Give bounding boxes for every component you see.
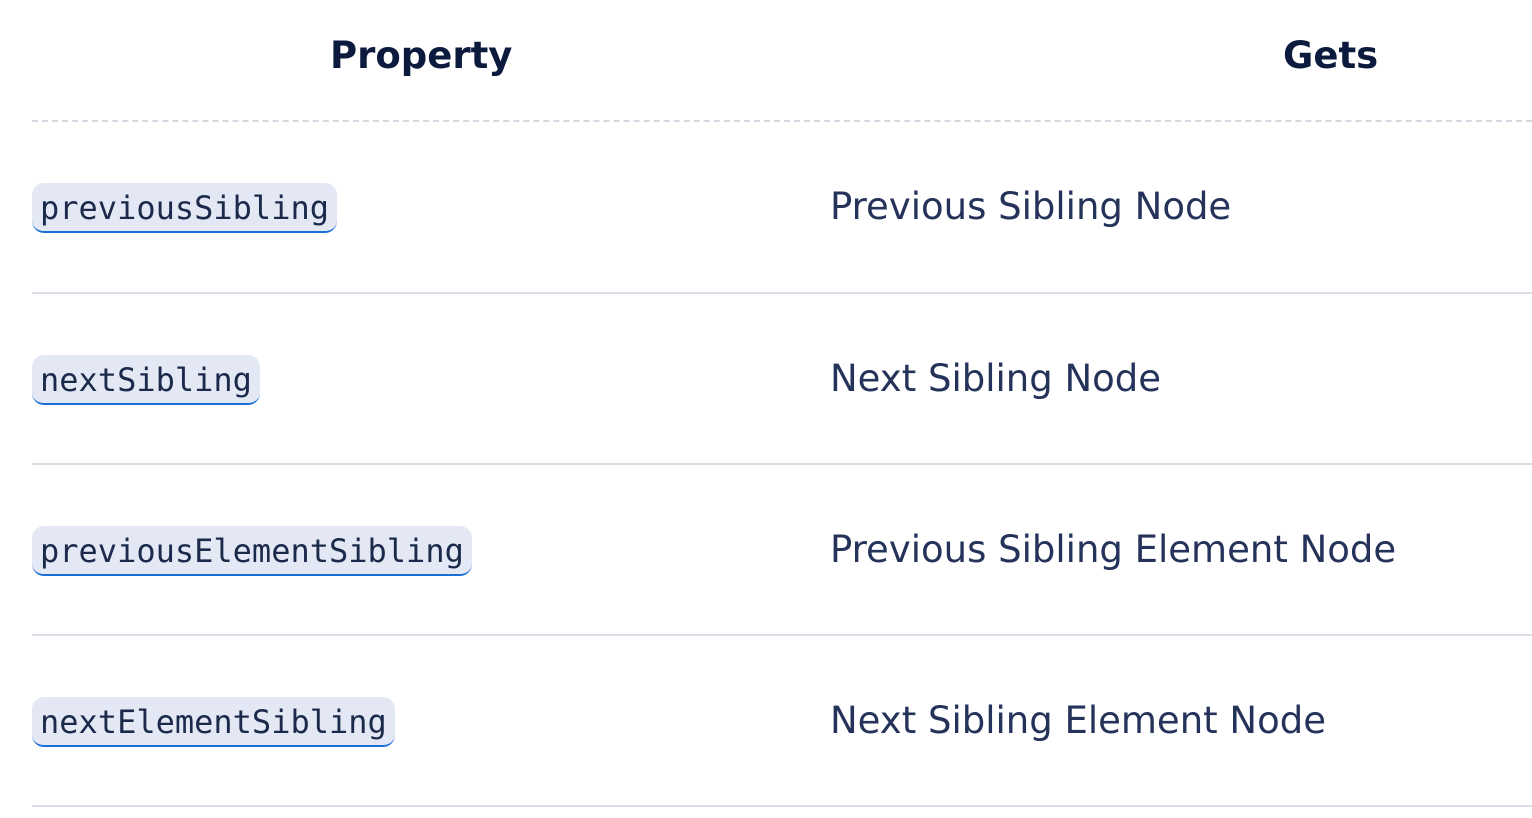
header-property: Property bbox=[330, 34, 513, 77]
property-link-previous-sibling[interactable]: previousSibling bbox=[32, 183, 337, 233]
gets-description: Next Sibling Element Node bbox=[830, 699, 1326, 742]
table-row: nextSibling Next Sibling Node bbox=[32, 294, 1532, 465]
gets-description: Next Sibling Node bbox=[830, 357, 1162, 400]
gets-description: Previous Sibling Element Node bbox=[830, 528, 1397, 571]
table-row: nextElementSibling Next Sibling Element … bbox=[32, 636, 1532, 807]
gets-description: Previous Sibling Node bbox=[830, 185, 1232, 228]
table-row: previousElementSibling Previous Sibling … bbox=[32, 465, 1532, 636]
header-gets: Gets bbox=[1283, 34, 1379, 77]
property-link-next-element-sibling[interactable]: nextElementSibling bbox=[32, 697, 395, 747]
table-header: Property Gets bbox=[32, 0, 1532, 122]
property-link-next-sibling[interactable]: nextSibling bbox=[32, 355, 260, 405]
table-row: previousSibling Previous Sibling Node bbox=[32, 122, 1532, 294]
properties-table: Property Gets previousSibling Previous S… bbox=[32, 0, 1532, 807]
property-link-previous-element-sibling[interactable]: previousElementSibling bbox=[32, 526, 472, 576]
